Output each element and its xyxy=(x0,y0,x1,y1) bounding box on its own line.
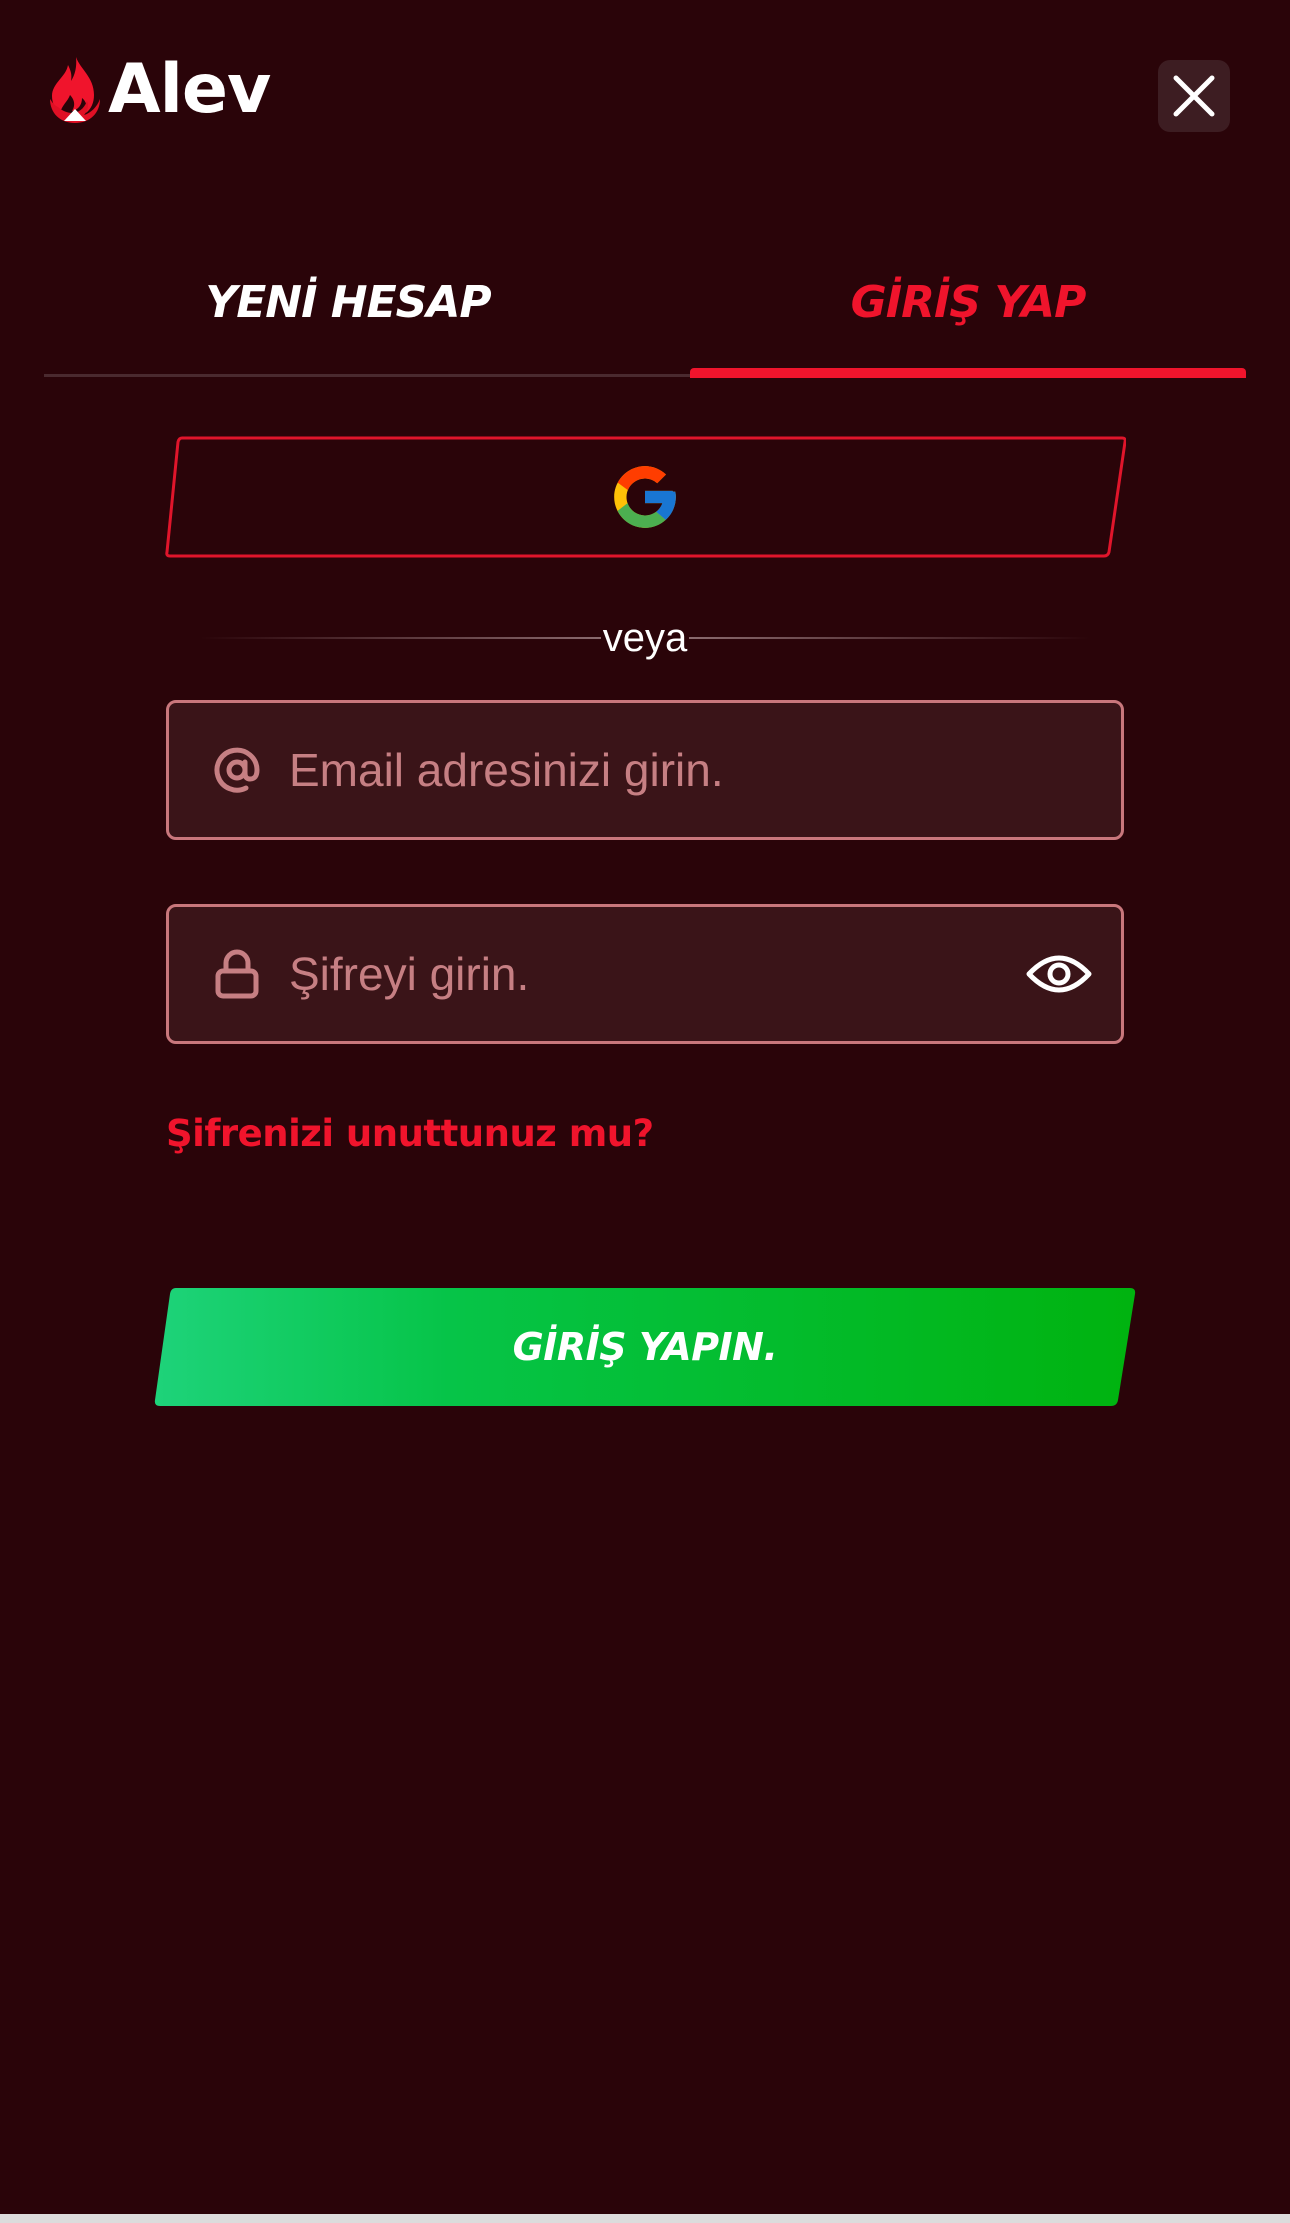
brand-name: Alev xyxy=(108,50,271,129)
tab-new-account[interactable]: YENİ HESAP xyxy=(44,230,652,374)
or-divider: veya xyxy=(200,610,1090,666)
divider-text: veya xyxy=(602,615,688,660)
lock-icon xyxy=(211,948,263,1000)
divider-line-left xyxy=(200,637,601,639)
at-sign-icon xyxy=(211,744,263,796)
brand-logo[interactable]: Alev xyxy=(44,50,271,130)
tab-login[interactable]: GİRİŞ YAP xyxy=(690,230,1246,374)
password-field[interactable] xyxy=(166,904,1124,1044)
password-input[interactable] xyxy=(289,907,1001,1041)
divider-line-right xyxy=(689,637,1090,639)
google-login-button[interactable] xyxy=(164,434,1126,560)
forgot-password-link[interactable]: Şifrenizi unuttunuz mu? xyxy=(166,1112,654,1155)
google-icon xyxy=(614,466,676,528)
email-input[interactable] xyxy=(289,703,1001,837)
header: Alev xyxy=(0,0,1290,190)
auth-tabs: YENİ HESAP GİRİŞ YAP xyxy=(44,230,1246,378)
login-submit-button[interactable]: GİRİŞ YAPIN. xyxy=(154,1286,1136,1408)
submit-label: GİRİŞ YAPIN. xyxy=(512,1325,778,1369)
close-button[interactable] xyxy=(1158,60,1230,132)
flame-icon xyxy=(50,57,100,123)
active-tab-indicator xyxy=(690,368,1246,378)
eye-icon[interactable] xyxy=(1023,948,1095,1000)
close-icon xyxy=(1173,75,1215,117)
email-field[interactable] xyxy=(166,700,1124,840)
bottom-edge xyxy=(0,2214,1290,2223)
